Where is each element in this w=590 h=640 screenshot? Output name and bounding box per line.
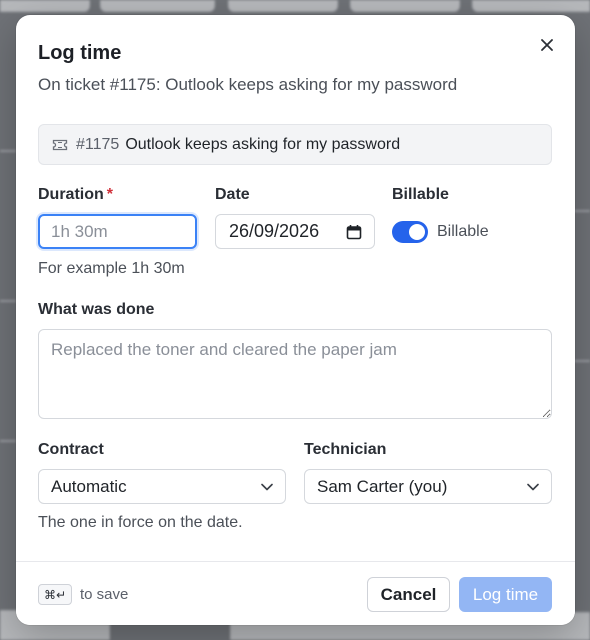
ticket-reference: #1175 Outlook keeps asking for my passwo… (38, 124, 552, 165)
dialog-subtitle: On ticket #1175: Outlook keeps asking fo… (38, 75, 458, 94)
ticket-icon (52, 138, 68, 152)
backdrop-divider (574, 210, 590, 212)
billable-toggle[interactable] (392, 221, 428, 243)
contract-selected-value: Automatic (51, 476, 127, 496)
backdrop-divider (0, 440, 16, 442)
dialog-footer: ⌘↵ to save Cancel Log time (16, 561, 575, 625)
backdrop-button (350, 0, 460, 12)
work-description-textarea[interactable] (38, 329, 552, 419)
billable-toggle-label: Billable (437, 223, 489, 240)
backdrop-button (228, 0, 338, 12)
cancel-button[interactable]: Cancel (367, 577, 450, 612)
dialog-title: Log time (38, 42, 122, 64)
date-input[interactable]: 26/09/2026 (215, 214, 375, 249)
duration-help: For example 1h 30m (38, 260, 185, 277)
close-icon (541, 39, 553, 51)
close-button[interactable] (537, 35, 557, 55)
duration-input[interactable] (38, 214, 197, 249)
calendar-icon[interactable] (346, 224, 362, 240)
backdrop-button (100, 0, 215, 12)
technician-label: Technician (304, 441, 387, 458)
backdrop-button (0, 0, 90, 12)
log-time-button[interactable]: Log time (459, 577, 552, 612)
date-value: 26/09/2026 (229, 221, 320, 241)
technician-selected-value: Sam Carter (you) (317, 476, 448, 496)
contract-label: Contract (38, 441, 104, 458)
chevron-down-icon (527, 483, 539, 491)
backdrop-divider (574, 360, 590, 362)
chevron-down-icon (261, 483, 273, 491)
contract-help: The one in force on the date. (38, 514, 243, 531)
work-label: What was done (38, 301, 155, 318)
shortcut-hint: to save (80, 586, 129, 603)
ticket-id: #1175 (76, 135, 120, 153)
log-time-dialog: Log time On ticket #1175: Outlook keeps … (16, 15, 575, 625)
backdrop-divider (0, 300, 16, 302)
date-label: Date (215, 186, 250, 203)
billable-label: Billable (392, 186, 449, 203)
backdrop-button (472, 0, 590, 12)
technician-select[interactable]: Sam Carter (you) (304, 469, 552, 504)
duration-label: Duration * (38, 186, 113, 204)
duration-label-text: Duration (38, 186, 104, 203)
required-marker: * (106, 186, 114, 203)
backdrop-divider (0, 150, 16, 152)
ticket-title: Outlook keeps asking for my password (125, 135, 401, 153)
contract-select[interactable]: Automatic (38, 469, 286, 504)
keyboard-shortcut: ⌘↵ (38, 584, 73, 605)
billable-toggle-row[interactable]: Billable (392, 221, 489, 243)
